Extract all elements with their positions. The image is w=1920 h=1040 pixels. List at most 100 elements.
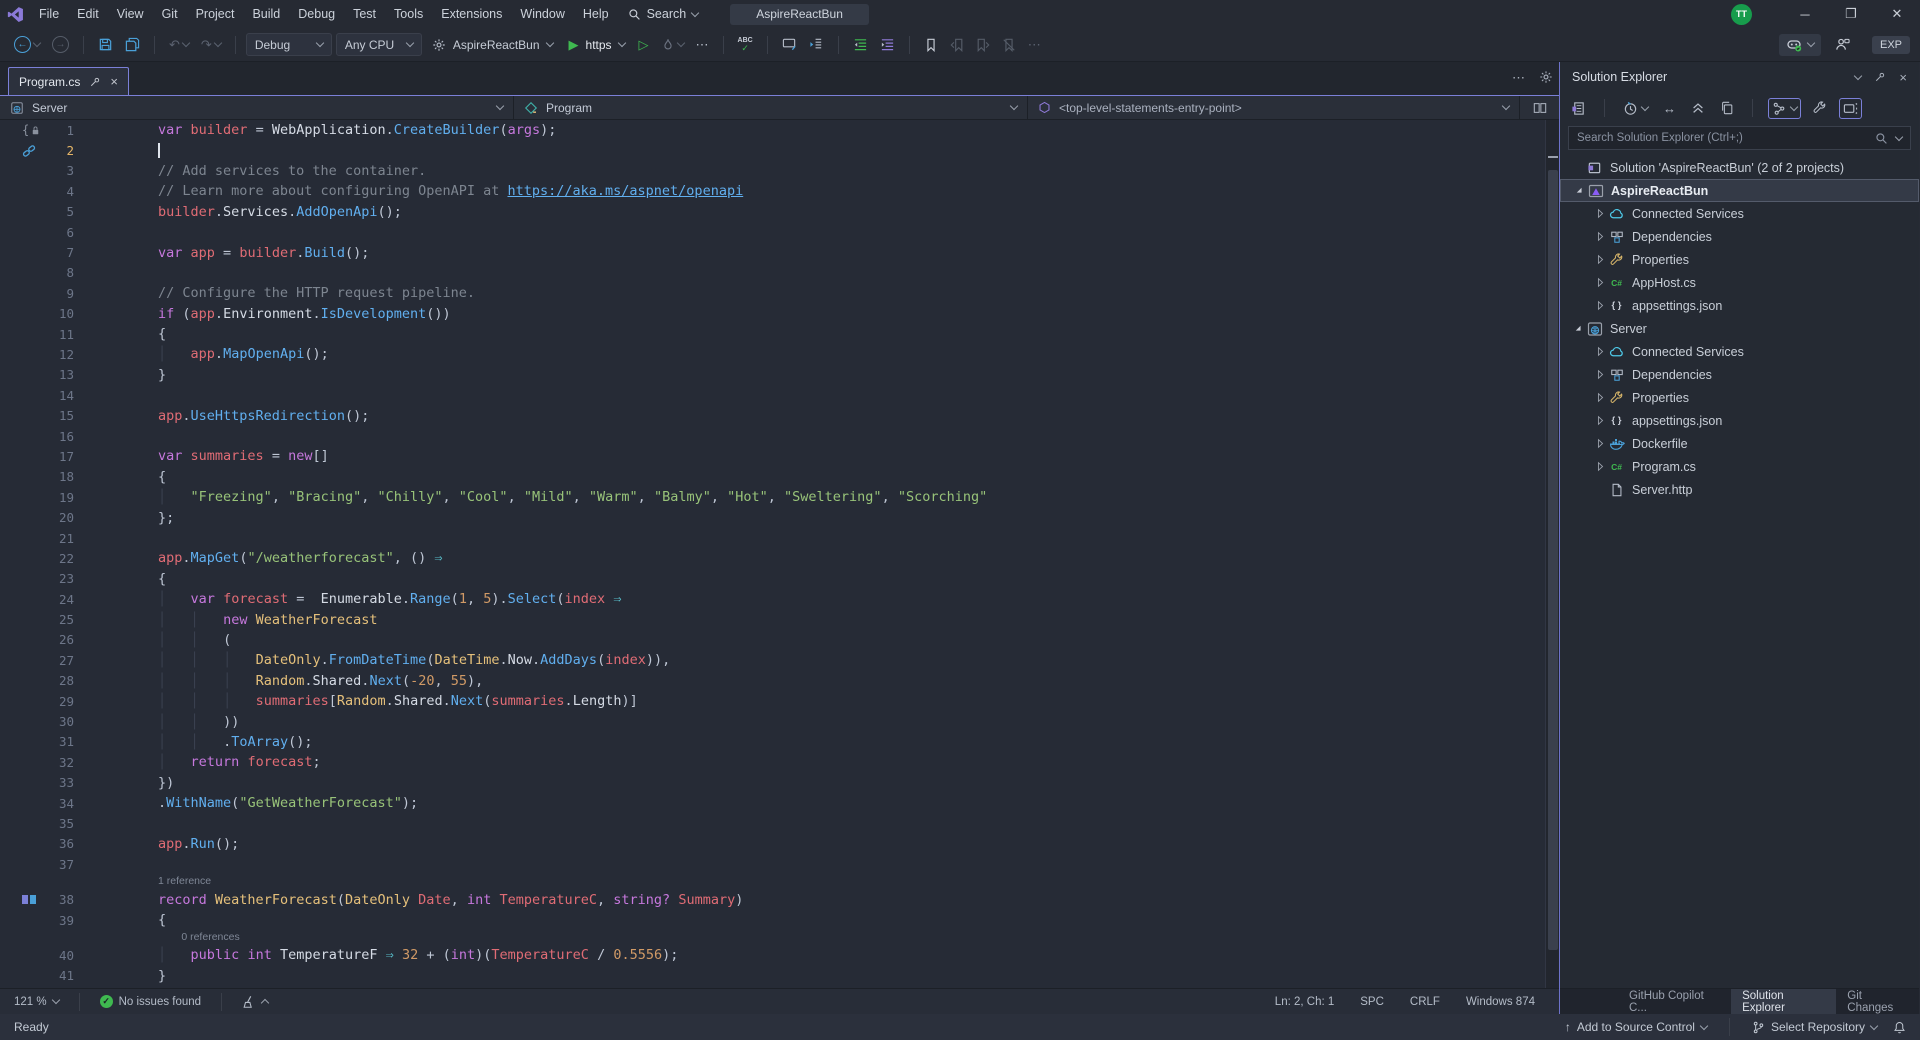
code-line-13[interactable]: 13} <box>0 365 1559 385</box>
search-input[interactable] <box>1577 132 1875 144</box>
menu-tools[interactable]: Tools <box>385 7 432 21</box>
code-line-8[interactable]: 8 <box>0 263 1559 283</box>
code-line-5[interactable]: 5builder.Services.AddOpenApi(); <box>0 202 1559 222</box>
save-all-button[interactable] <box>121 34 144 55</box>
type-dropdown[interactable]: Program <box>514 96 1028 119</box>
tree-item-server[interactable]: Server <box>1560 317 1919 340</box>
split-window-button[interactable] <box>1520 96 1559 119</box>
code-line-4[interactable]: 4// Learn more about configuring OpenAPI… <box>0 181 1559 201</box>
code-line-41[interactable]: 41} <box>0 966 1559 986</box>
code-editor[interactable]: {1var builder = WebApplication.CreateBui… <box>0 120 1559 988</box>
code-line-12[interactable]: 12│ app.MapOpenApi(); <box>0 344 1559 364</box>
save-button[interactable] <box>94 34 117 55</box>
code-line-22[interactable]: 22app.MapGet("/weatherforecast", () ⇒ <box>0 548 1559 568</box>
start-debugging-button[interactable]: ▶ https <box>563 33 631 56</box>
code-line-10[interactable]: 10if (app.Environment.IsDevelopment()) <box>0 304 1559 324</box>
code-line-30[interactable]: 30│ │ )) <box>0 711 1559 731</box>
maximize-button[interactable]: ❐ <box>1828 0 1874 28</box>
menu-edit[interactable]: Edit <box>68 7 108 21</box>
sync-with-active-document-button[interactable]: ↔ <box>1660 99 1679 118</box>
code-line-39[interactable]: 39{ <box>0 910 1559 930</box>
code-line-23[interactable]: 23{ <box>0 569 1559 589</box>
copy-pages-button[interactable] <box>1717 99 1737 117</box>
code-line-6[interactable]: 6 <box>0 222 1559 242</box>
code-line-37[interactable]: 37 <box>0 854 1559 874</box>
status-segment-0[interactable]: Ln: 2, Ch: 1 <box>1275 996 1334 1008</box>
member-dropdown[interactable]: <top-level-statements-entry-point> <box>1028 96 1520 119</box>
menu-git[interactable]: Git <box>153 7 187 21</box>
menu-window[interactable]: Window <box>511 7 573 21</box>
spell-checker-button[interactable]: ABC✓ <box>734 34 757 56</box>
menu-test[interactable]: Test <box>344 7 385 21</box>
tab-list-ellipsis-icon[interactable]: ⋯ <box>1512 71 1525 84</box>
pin-icon[interactable] <box>1874 71 1886 83</box>
expander[interactable] <box>1571 185 1587 196</box>
code-cleanup-button[interactable] <box>238 995 272 1009</box>
code-line-34[interactable]: 34.WithName("GetWeatherForecast"); <box>0 793 1559 813</box>
code-line-17[interactable]: 17var summaries = new[] <box>0 446 1559 466</box>
expander[interactable] <box>1592 277 1608 288</box>
tree-item-properties[interactable]: Properties <box>1560 248 1919 271</box>
copilot-status-button[interactable] <box>1779 34 1821 56</box>
tree-item-properties[interactable]: Properties <box>1560 386 1919 409</box>
switch-views-button[interactable] <box>1568 99 1589 118</box>
avatar[interactable]: TT <box>1731 4 1752 25</box>
expander[interactable] <box>1592 438 1608 449</box>
properties-button[interactable] <box>1810 99 1830 117</box>
health-indicator[interactable]: ✓No issues found <box>96 995 205 1008</box>
decrease-indent-button[interactable] <box>849 34 872 55</box>
code-line-32[interactable]: 32│ return forecast; <box>0 752 1559 772</box>
panel-tab-solution-explorer[interactable]: Solution Explorer <box>1731 989 1836 1014</box>
preview-selected-items-toggle[interactable] <box>1839 98 1862 119</box>
code-line-25[interactable]: 25│ │ new WeatherForecast <box>0 609 1559 629</box>
tree-item-dependencies[interactable]: Dependencies <box>1560 225 1919 248</box>
minimize-button[interactable]: ─ <box>1782 0 1828 28</box>
start-without-debugging-button[interactable]: ▷ <box>635 35 653 54</box>
collapse-all-button[interactable] <box>1688 99 1708 117</box>
expander[interactable] <box>1592 415 1608 426</box>
status-segment-2[interactable]: CRLF <box>1410 996 1440 1008</box>
expander[interactable] <box>1592 369 1608 380</box>
solution-platform-dropdown[interactable]: Any CPU <box>336 33 422 56</box>
close-panel-icon[interactable]: × <box>1899 70 1907 85</box>
menu-view[interactable]: View <box>108 7 153 21</box>
code-line-20[interactable]: 20}; <box>0 507 1559 527</box>
experimental-badge[interactable]: EXP <box>1872 36 1910 54</box>
menu-extensions[interactable]: Extensions <box>432 7 511 21</box>
editor-options-gear-icon[interactable] <box>1539 70 1553 84</box>
startup-project-dropdown[interactable]: AspireReactBun <box>426 33 559 56</box>
search-menu[interactable]: Search <box>618 7 709 21</box>
pending-changes-filter-button[interactable] <box>1620 99 1651 118</box>
toolbar-overflow-button-2[interactable]: ⋯ <box>1024 35 1045 54</box>
code-line-11[interactable]: 11{ <box>0 324 1559 344</box>
code-line-19[interactable]: 19│ "Freezing", "Bracing", "Chilly", "Co… <box>0 487 1559 507</box>
code-line-40[interactable]: 40│ public int TemperatureF ⇒ 32 + (int)… <box>0 945 1559 965</box>
codelens-references[interactable]: 1 reference <box>0 874 1559 889</box>
code-line-31[interactable]: 31│ │ .ToArray(); <box>0 732 1559 752</box>
toolbar-overflow-button[interactable]: ⋯ <box>692 35 713 54</box>
undo-button[interactable]: ↶ <box>165 35 193 54</box>
code-line-33[interactable]: 33}) <box>0 773 1559 793</box>
status-segment-3[interactable]: Windows 874 <box>1466 996 1535 1008</box>
expander[interactable] <box>1592 392 1608 403</box>
code-line-1[interactable]: {1var builder = WebApplication.CreateBui… <box>0 120 1559 140</box>
panel-tab-github-copilot-c[interactable]: GitHub Copilot C... <box>1618 989 1731 1014</box>
zoom-control[interactable]: 121 % <box>10 996 63 1008</box>
previous-bookmark-button[interactable] <box>946 35 968 55</box>
tree-item-apphost-cs[interactable]: C#AppHost.cs <box>1560 271 1919 294</box>
code-line-26[interactable]: 26│ │ ( <box>0 630 1559 650</box>
clear-bookmarks-button[interactable] <box>998 35 1020 55</box>
pin-icon[interactable] <box>89 76 101 88</box>
code-line-38[interactable]: 38record WeatherForecast(DateOnly Date, … <box>0 889 1559 909</box>
tree-item-appsettings-json[interactable]: { }appsettings.json <box>1560 409 1919 432</box>
tree-item-solution-aspirereactbun-2-of-2-projects[interactable]: Solution 'AspireReactBun' (2 of 2 projec… <box>1560 156 1919 179</box>
increase-indent-button[interactable] <box>876 34 899 55</box>
code-line-15[interactable]: 15app.UseHttpsRedirection(); <box>0 405 1559 425</box>
menu-debug[interactable]: Debug <box>289 7 344 21</box>
code-line-9[interactable]: 9// Configure the HTTP request pipeline. <box>0 283 1559 303</box>
expander[interactable] <box>1592 346 1608 357</box>
next-bookmark-button[interactable] <box>972 35 994 55</box>
editor-scrollbar[interactable] <box>1545 120 1559 988</box>
menu-build[interactable]: Build <box>243 7 289 21</box>
select-repository-button[interactable]: Select Repository <box>1752 1020 1877 1034</box>
